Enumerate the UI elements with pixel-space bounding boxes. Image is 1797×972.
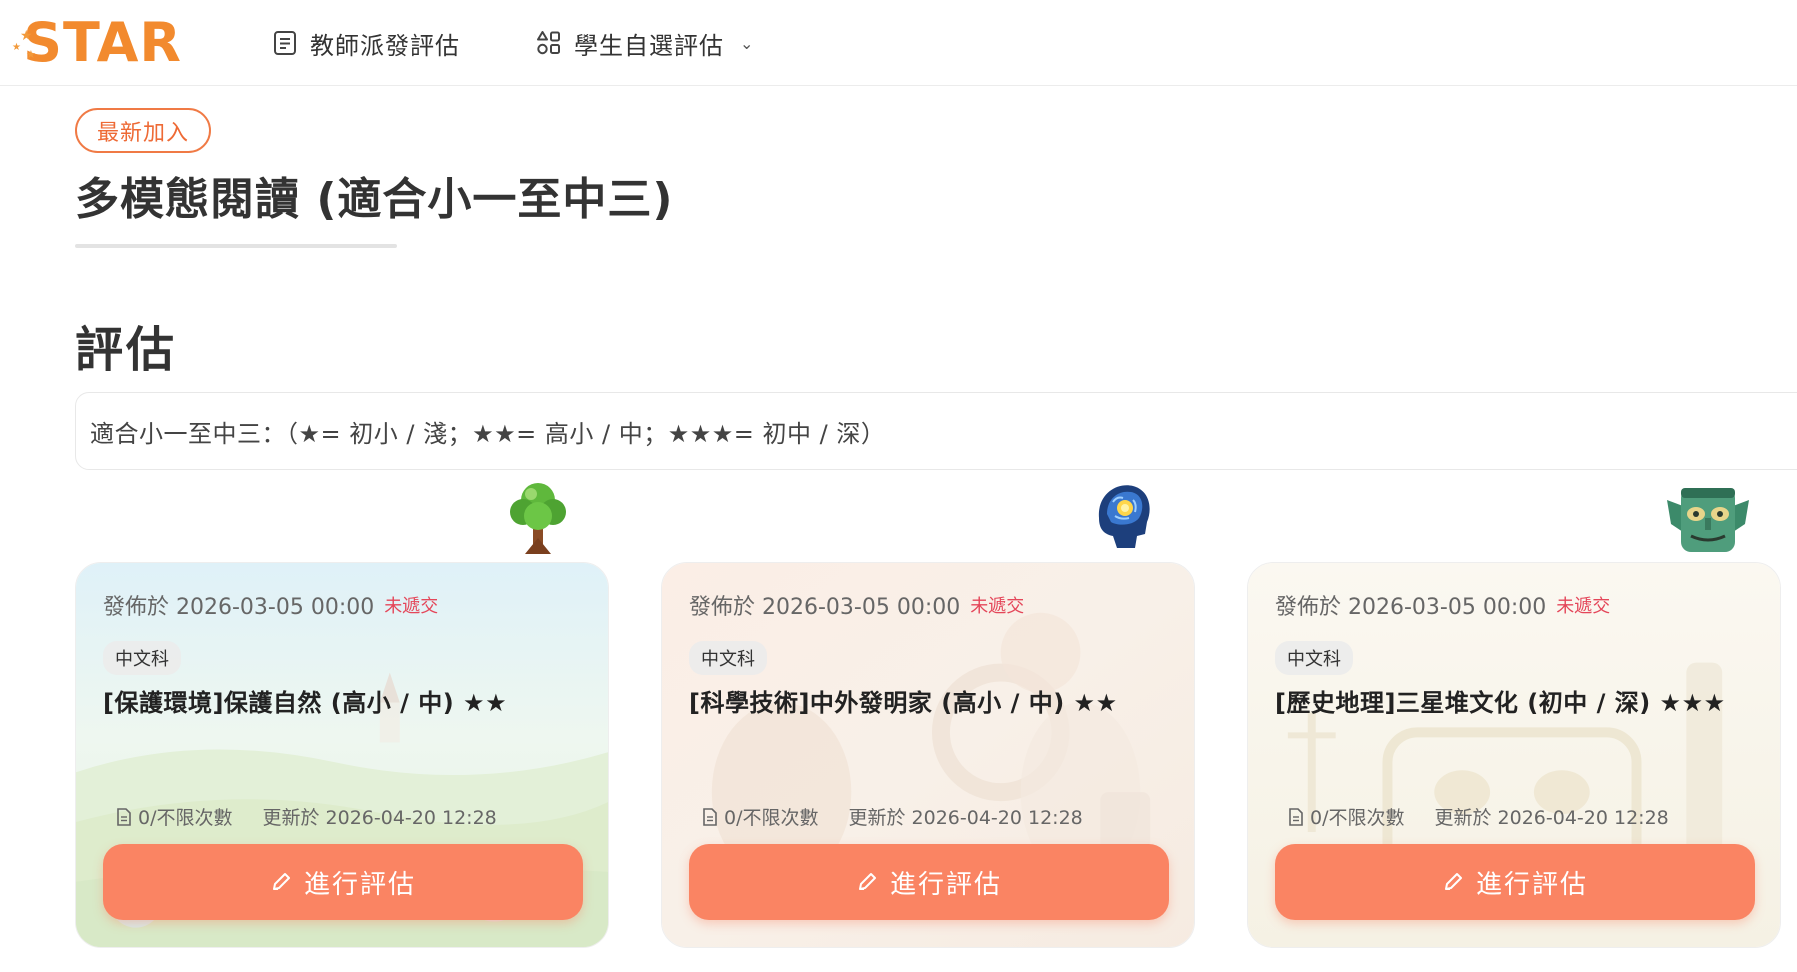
attempts-count: 0/不限次數	[724, 807, 819, 829]
chevron-down-icon: ⌄	[740, 33, 755, 53]
card-title[interactable]: [保護環境]保護自然 (高小 / 中) ★★	[103, 683, 582, 718]
subject-tag: 中文科	[689, 641, 767, 675]
card-meta: 發佈於 2026-03-05 00:00 未遞交	[1275, 589, 1754, 621]
card-body[interactable]: 發佈於 2026-03-05 00:00 未遞交 中文科 [歷史地理]三星堆文化…	[1247, 562, 1781, 948]
attempts: 0/不限次數	[116, 803, 233, 830]
assessment-card: 發佈於 2026-03-05 00:00 未遞交 中文科 [歷史地理]三星堆文化…	[1247, 478, 1781, 948]
tree-icon	[510, 483, 566, 554]
nav-teacher-assigned[interactable]: 教師派發評估	[272, 22, 460, 64]
file-icon	[1289, 807, 1303, 826]
published-date: 發佈於 2026-03-05 00:00	[1275, 595, 1547, 620]
brain-head-icon	[1098, 485, 1150, 548]
pencil-icon	[272, 873, 290, 890]
card-body[interactable]: 發佈於 2026-03-05 00:00 未遞交 中文科 [科學技術]中外發明家…	[661, 562, 1195, 948]
nav-student-selected[interactable]: 學生自選評估 ⌄	[536, 22, 754, 64]
subject-tag: 中文科	[1275, 641, 1353, 675]
nav-student-label: 學生自選評估	[574, 31, 724, 60]
level-hint-box: 適合小一至中三：（★= 初小 / 淺；★★= 高小 / 中；★★★= 初中 / …	[75, 392, 1797, 470]
apps-icon	[537, 31, 560, 55]
nav-teacher-label: 教師派發評估	[310, 31, 460, 60]
page-title: 多模態閱讀 (適合小一至中三)	[75, 174, 674, 225]
assessment-card: 發佈於 2026-03-05 00:00 未遞交 中文科 [科學技術]中外發明家…	[661, 478, 1195, 948]
section-title: 評估	[75, 322, 178, 378]
card-title[interactable]: [歷史地理]三星堆文化 (初中 / 深) ★★★	[1275, 683, 1754, 718]
updated-date: 更新於 2026-04-20 12:28	[262, 807, 497, 829]
card-title[interactable]: [科學技術]中外發明家 (高小 / 中) ★★	[689, 683, 1168, 718]
title-divider	[75, 244, 397, 248]
status-badge: 未遞交	[970, 596, 1025, 617]
new-badge: 最新加入	[75, 108, 212, 153]
level-hint-text: 適合小一至中三：（★= 初小 / 淺；★★= 高小 / 中；★★★= 初中 / …	[90, 419, 886, 448]
file-icon	[117, 807, 131, 826]
logo-text: STAR	[23, 11, 182, 74]
subject-tag: 中文科	[103, 641, 181, 675]
status-badge: 未遞交	[1556, 596, 1611, 617]
start-assessment-button[interactable]: 進行評估	[1275, 844, 1755, 920]
bronze-mask-icon	[1667, 488, 1749, 552]
attempts-count: 0/不限次數	[1310, 807, 1405, 829]
file-icon	[703, 807, 717, 826]
button-label: 進行評估	[1475, 869, 1588, 900]
pencil-icon	[858, 873, 876, 890]
assessment-card: 發佈於 2026-03-05 00:00 未遞交 中文科 [保護環境]保護自然 …	[75, 478, 609, 948]
published-date: 發佈於 2026-03-05 00:00	[689, 595, 961, 620]
card-body[interactable]: 發佈於 2026-03-05 00:00 未遞交 中文科 [保護環境]保護自然 …	[75, 562, 609, 948]
logo-stars-icon: ★ ★ ★	[12, 28, 36, 61]
updated-date: 更新於 2026-04-20 12:28	[1434, 807, 1669, 829]
card-footer-meta: 0/不限次數 更新於 2026-04-20 12:28	[116, 803, 497, 830]
start-assessment-button[interactable]: 進行評估	[103, 844, 583, 920]
star-logo[interactable]: ★ ★ ★ STAR	[12, 8, 182, 78]
card-meta: 發佈於 2026-03-05 00:00 未遞交	[103, 589, 582, 621]
attempts-count: 0/不限次數	[138, 807, 233, 829]
published-date: 發佈於 2026-03-05 00:00	[103, 595, 375, 620]
card-footer-meta: 0/不限次數 更新於 2026-04-20 12:28	[1288, 803, 1669, 830]
button-label: 進行評估	[889, 869, 1002, 900]
start-assessment-button[interactable]: 進行評估	[689, 844, 1169, 920]
attempts: 0/不限次數	[1288, 803, 1405, 830]
status-badge: 未遞交	[384, 596, 439, 617]
updated-date: 更新於 2026-04-20 12:28	[848, 807, 1083, 829]
top-nav-bar: ★ ★ ★ STAR 教師派發評估 學生自選評估 ⌄	[0, 0, 1797, 86]
card-meta: 發佈於 2026-03-05 00:00 未遞交	[689, 589, 1168, 621]
card-footer-meta: 0/不限次數 更新於 2026-04-20 12:28	[702, 803, 1083, 830]
pencil-icon	[1444, 873, 1462, 890]
document-icon	[274, 31, 296, 55]
attempts: 0/不限次數	[702, 803, 819, 830]
button-label: 進行評估	[303, 869, 416, 900]
